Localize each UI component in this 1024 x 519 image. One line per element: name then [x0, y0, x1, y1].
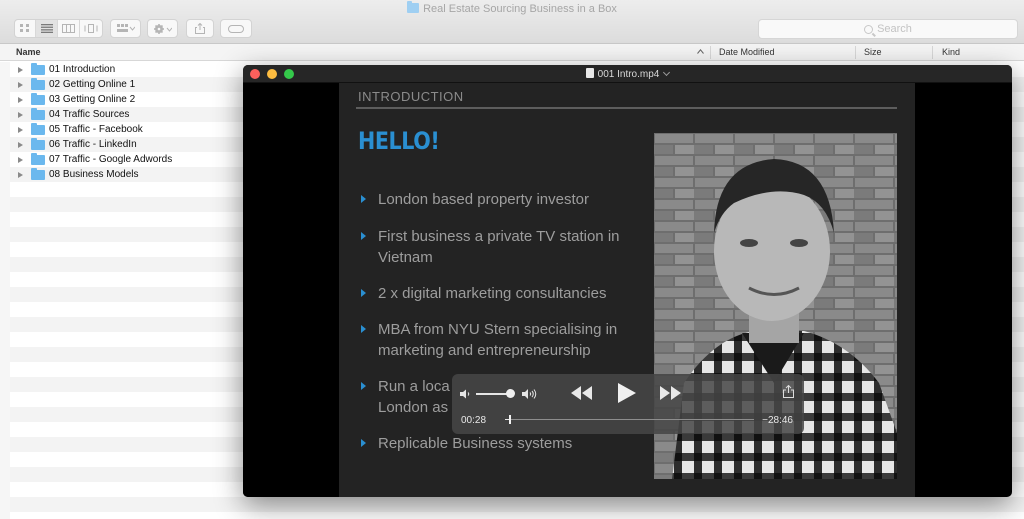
tag-icon [228, 24, 244, 33]
folder-icon [31, 92, 45, 105]
action-control [147, 19, 178, 38]
slide-heading: INTRODUCTION [358, 89, 464, 104]
kind-column-header[interactable]: Kind [942, 47, 960, 57]
name-column-header[interactable]: Name [16, 47, 41, 57]
volume-low-icon[interactable] [460, 389, 472, 399]
folder-name: 01 Introduction [49, 64, 116, 75]
folder-icon [31, 77, 45, 90]
rewind-icon[interactable] [571, 386, 593, 400]
disclosure-triangle-icon[interactable] [18, 81, 23, 88]
arrange-control [110, 19, 141, 38]
tags-button[interactable] [221, 20, 251, 37]
folder-icon [31, 137, 45, 150]
folder-name: 06 Traffic - LinkedIn [49, 139, 137, 150]
share-button[interactable] [187, 20, 213, 37]
arrange-button[interactable] [111, 20, 140, 37]
list-view-button[interactable] [36, 20, 58, 37]
icon-view-icon [20, 24, 29, 32]
play-icon[interactable] [618, 383, 636, 403]
fast-forward-icon[interactable] [660, 386, 682, 400]
slide-divider [356, 107, 897, 109]
folder-name: 05 Traffic - Facebook [49, 124, 143, 135]
arrange-icon [116, 24, 135, 32]
movie-file-icon [585, 68, 594, 78]
column-divider[interactable] [710, 46, 711, 59]
volume-high-icon[interactable] [522, 388, 538, 400]
search-icon [864, 24, 874, 34]
playback-controls: 00:28 −28:46 [452, 374, 804, 434]
player-title-bar[interactable]: 001 Intro.mp4 [243, 65, 1012, 83]
bullet-line: London as [378, 399, 449, 416]
finder-toolbar: Real Estate Sourcing Business in a Box S… [0, 0, 1024, 44]
column-view-button[interactable] [58, 20, 80, 37]
chevron-down-icon [663, 68, 671, 77]
gear-icon [153, 23, 172, 34]
column-divider[interactable] [932, 46, 933, 59]
slide-bullet: Replicable Business systems [358, 433, 648, 454]
folder-name: 03 Getting Online 2 [49, 94, 136, 105]
icon-view-button[interactable] [15, 20, 36, 37]
scrubber-playhead[interactable] [509, 415, 511, 424]
action-button[interactable] [148, 20, 177, 37]
folder-icon [31, 122, 45, 135]
size-column-header[interactable]: Size [864, 47, 882, 57]
folder-name: 08 Business Models [49, 169, 139, 180]
disclosure-triangle-icon[interactable] [18, 141, 23, 148]
share-icon [195, 23, 205, 34]
column-view-icon [62, 24, 75, 33]
list-gutter [0, 62, 10, 519]
column-header: Name Date Modified Size Kind [0, 44, 1024, 61]
slide-hello: HELLO! [358, 127, 440, 155]
disclosure-triangle-icon[interactable] [18, 96, 23, 103]
column-divider[interactable] [855, 46, 856, 59]
volume-slider-knob[interactable] [506, 389, 515, 398]
folder-name: 02 Getting Online 1 [49, 79, 136, 90]
empty-row [10, 512, 1024, 519]
date-modified-column-header[interactable]: Date Modified [719, 47, 775, 57]
slide-bullet: 2 x digital marketing consultancies [358, 283, 648, 304]
disclosure-triangle-icon[interactable] [18, 156, 23, 163]
video-title[interactable]: 001 Intro.mp4 [243, 68, 1012, 80]
share-icon[interactable] [783, 385, 794, 398]
empty-row [10, 497, 1024, 512]
share-control [186, 19, 214, 38]
slide-bullet: First business a private TV station in V… [358, 226, 648, 268]
cover-flow-icon [84, 24, 98, 33]
disclosure-triangle-icon[interactable] [18, 126, 23, 133]
letterbox-left [243, 83, 339, 497]
scrubber-track[interactable] [505, 415, 754, 424]
folder-icon [31, 62, 45, 75]
finder-window-title: Real Estate Sourcing Business in a Box [0, 1, 1024, 15]
sort-ascending-icon [697, 49, 704, 54]
slide-bullet: MBA from NYU Stern specialising in marke… [358, 319, 648, 361]
folder-icon [31, 152, 45, 165]
cover-flow-button[interactable] [80, 20, 102, 37]
bullet-line: Run a loca [378, 378, 450, 395]
search-placeholder: Search [877, 23, 912, 35]
folder-icon [31, 107, 45, 120]
view-mode-control [14, 19, 103, 38]
elapsed-time: 00:28 [461, 415, 487, 426]
disclosure-triangle-icon[interactable] [18, 111, 23, 118]
folder-name: 07 Traffic - Google Adwords [49, 154, 173, 165]
remaining-time: −28:46 [762, 415, 793, 426]
disclosure-triangle-icon[interactable] [18, 171, 23, 178]
disclosure-triangle-icon[interactable] [18, 66, 23, 73]
slide-bullet: London based property investor [358, 189, 648, 210]
folder-icon [407, 1, 420, 13]
list-view-icon [40, 24, 53, 33]
folder-icon [31, 167, 45, 180]
folder-name: 04 Traffic Sources [49, 109, 130, 120]
tags-control [220, 19, 252, 38]
video-frame[interactable]: INTRODUCTION HELLO! London based propert… [339, 83, 915, 497]
search-field[interactable]: Search [758, 19, 1018, 39]
